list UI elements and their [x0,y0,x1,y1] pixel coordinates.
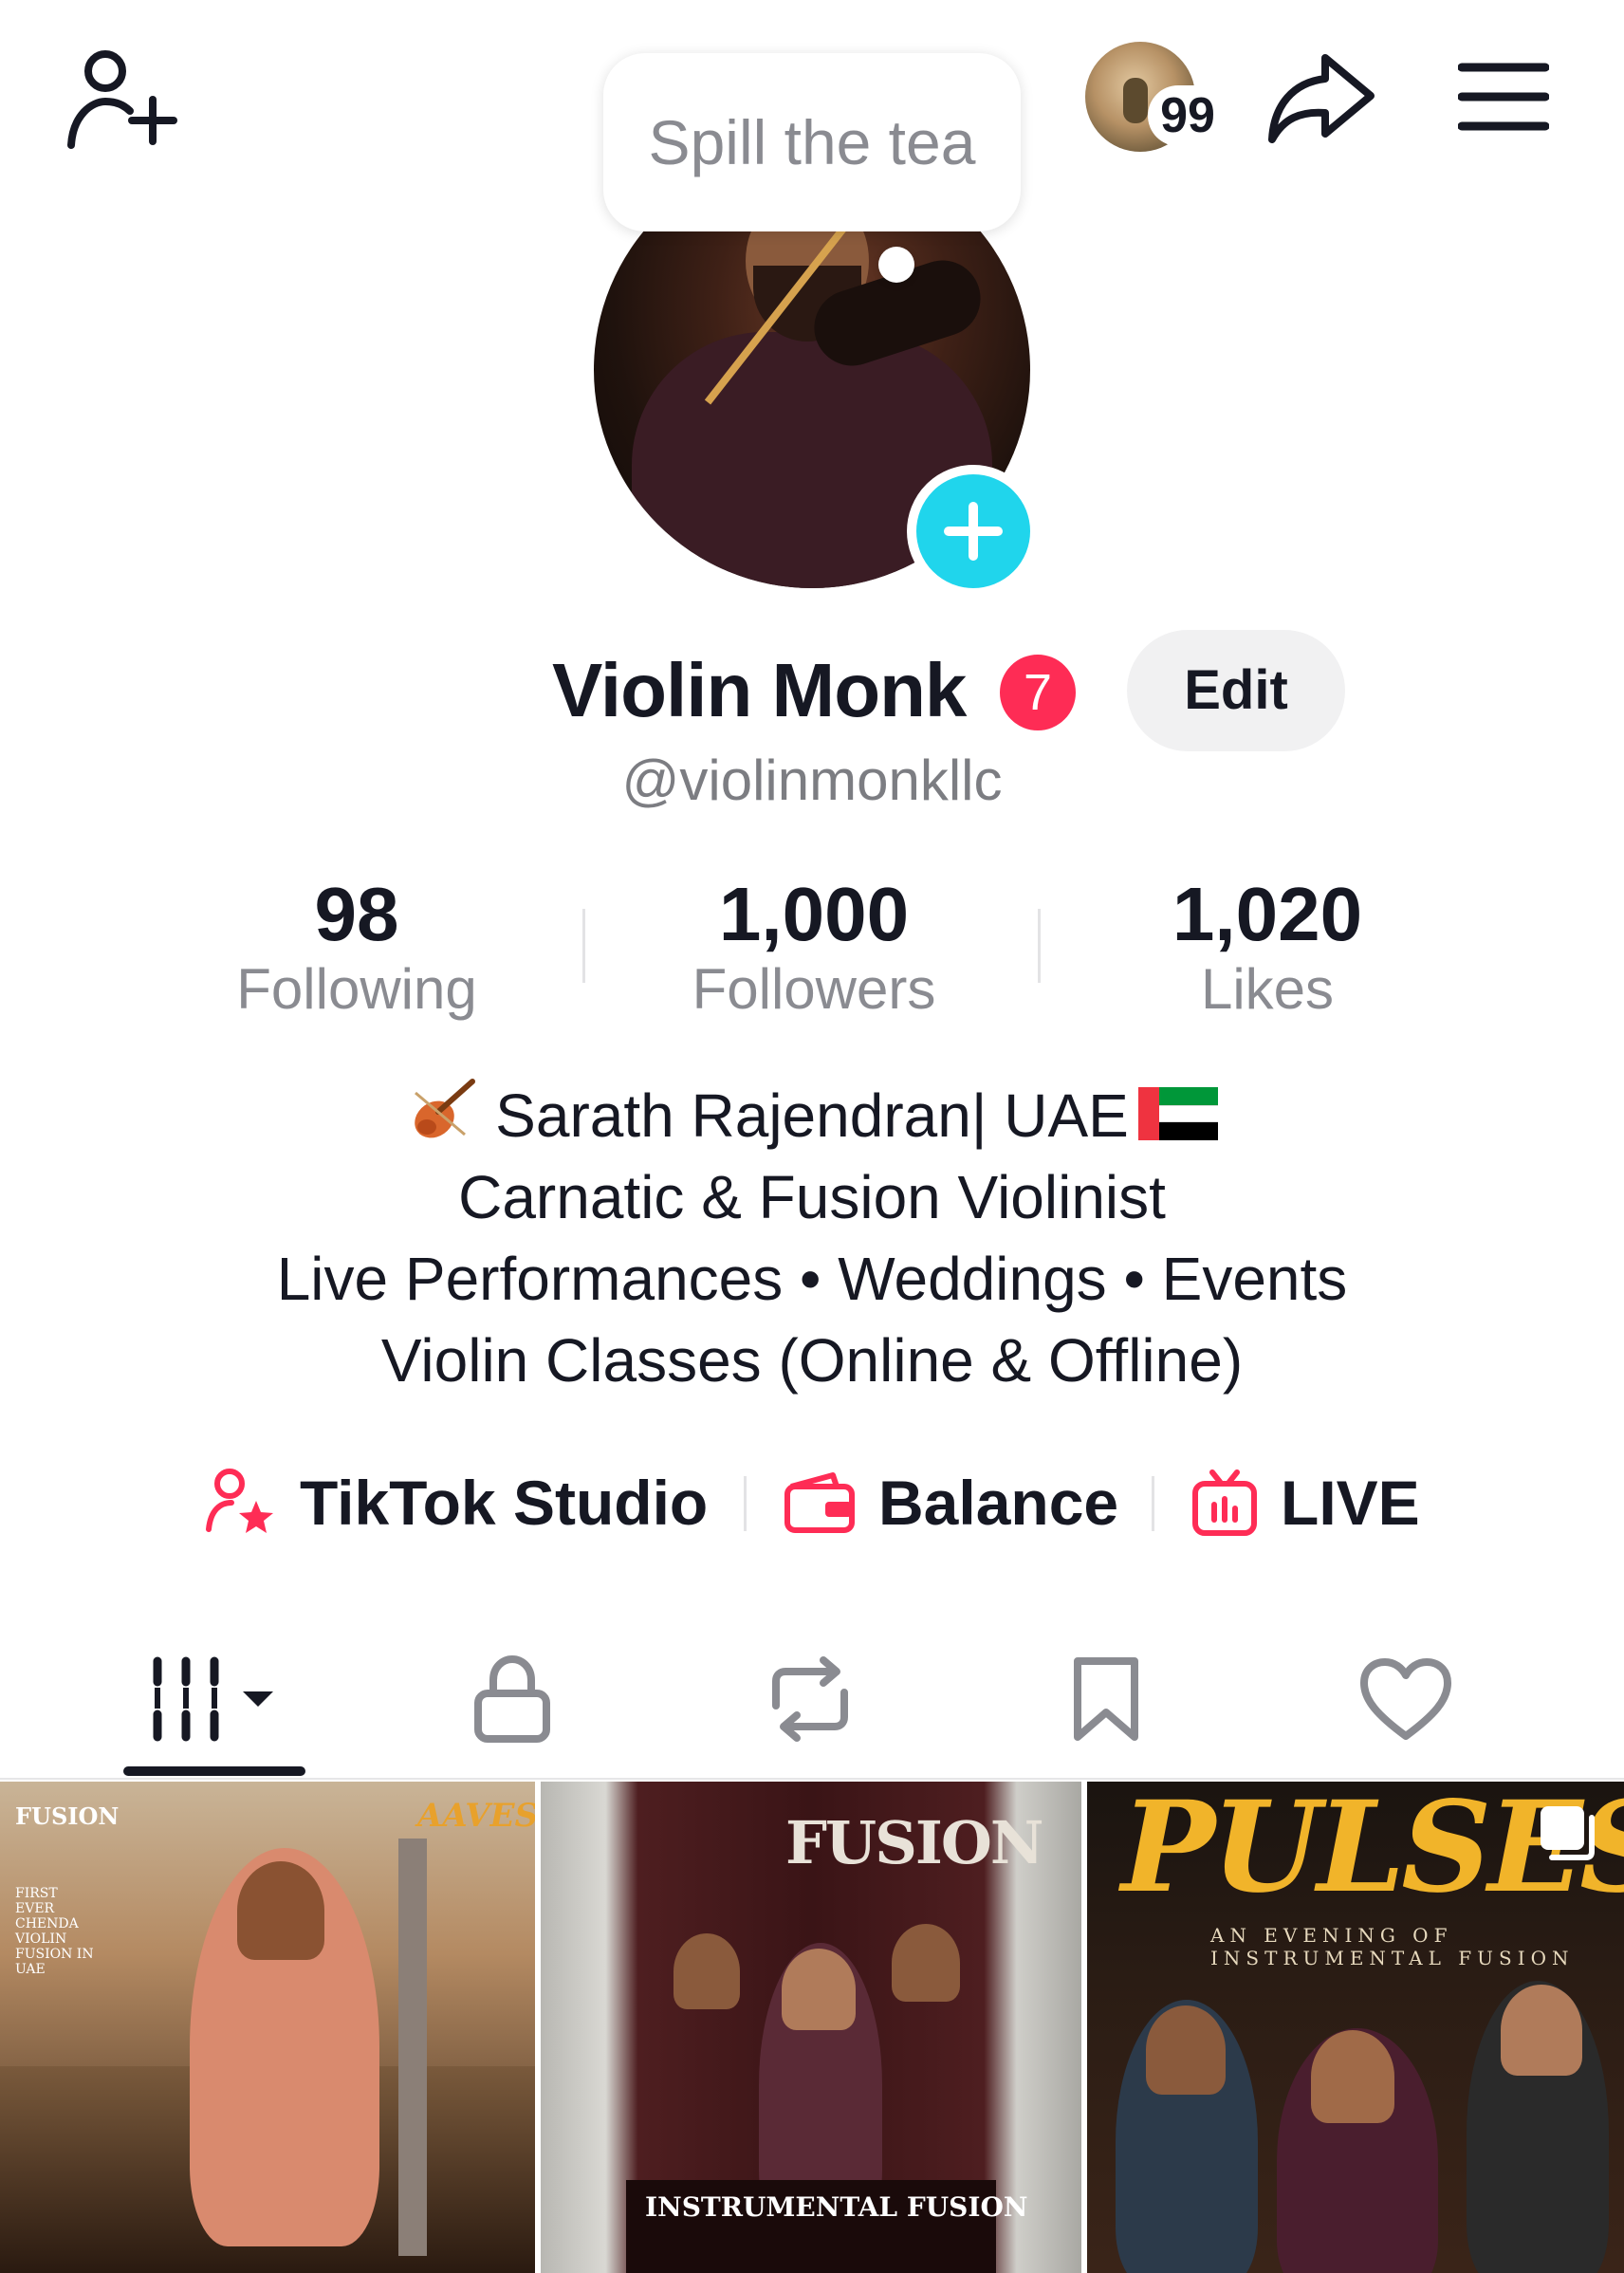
edit-profile-button[interactable]: Edit [1127,630,1345,751]
status-note-bubble[interactable]: Spill the tea [603,53,1021,231]
link-divider [1152,1476,1154,1531]
video-grid: FUSION AAVESHAM FIRST EVER CHENDA VIOLIN… [0,1782,1624,2273]
uae-flag-icon [1137,1087,1218,1140]
add-friend-button[interactable] [61,42,184,156]
tab-liked[interactable] [1311,1628,1501,1770]
video-brand: FUSION [785,1808,1044,1877]
stat-divider [1038,909,1041,983]
share-button[interactable] [1262,38,1380,157]
add-person-icon [67,50,177,149]
bio-line-1: Sarath Rajendran| UAE [0,1074,1624,1156]
menu-button[interactable] [1451,49,1556,144]
profile-tabs [0,1628,1624,1780]
share-arrow-icon [1267,53,1375,143]
video-subtitle: AN EVENING OF INSTRUMENTAL FUSION [1210,1924,1575,1969]
profile-name: Violin Monk [552,648,967,732]
tab-reposts[interactable] [715,1628,905,1770]
tiktok-studio-link[interactable]: TikTok Studio [205,1455,708,1550]
multi-photo-icon [1541,1806,1595,1860]
video-thumbnail[interactable]: FUSION INSTRUMENTAL FUSION [541,1782,1081,2273]
bio-line-4: Violin Classes (Online & Offline) [380,1326,1244,1395]
plus-icon [944,502,1003,561]
link-divider [744,1476,747,1531]
balance-label: Balance [878,1468,1119,1538]
following-count: 98 [314,872,399,956]
status-note-text: Spill the tea [648,107,976,177]
notification-avatar-button[interactable]: 99 [1085,42,1227,156]
add-avatar-button[interactable] [907,465,1040,598]
tab-private[interactable] [417,1628,607,1770]
stat-following[interactable]: 98 Following [205,873,508,1023]
tab-videos[interactable] [120,1628,309,1770]
likes-count: 1,020 [1172,872,1363,956]
bio-line-3: Live Performances • Weddings • Events [276,1245,1348,1313]
hamburger-menu-icon [1458,63,1549,131]
tab-favorites[interactable] [1011,1628,1201,1770]
stat-followers[interactable]: 1,000 Followers [662,873,966,1023]
name-badge[interactable]: 7 [994,649,1081,736]
bio-line-2: Carnatic & Fusion Violinist [458,1163,1166,1231]
profile-stats: 98 Following 1,000 Followers 1,020 Likes [0,873,1624,1025]
followers-label: Followers [692,957,936,1021]
name-row: Violin Monk 7 Edit [0,630,1624,751]
likes-label: Likes [1200,957,1335,1021]
notification-count-badge: 99 [1148,85,1227,146]
lock-icon [474,1654,550,1743]
violin-emoji-icon [415,1079,476,1138]
creator-star-icon [206,1469,273,1533]
video-side-text: FIRST EVER CHENDA VIOLIN FUSION IN UAE [15,1886,94,1977]
live-label: LIVE [1281,1468,1420,1538]
video-brand: FUSION [15,1802,120,1830]
live-tv-icon [1192,1469,1257,1536]
video-thumbnail[interactable]: FUSION AAVESHAM FIRST EVER CHENDA VIOLIN… [0,1782,535,2273]
videos-grid-icon [153,1656,273,1742]
tiktok-studio-label: TikTok Studio [300,1468,709,1538]
video-footer: INSTRUMENTAL FUSION [645,2191,1028,2223]
wallet-icon [784,1472,855,1533]
selected-tab-indicator [123,1766,305,1776]
bubble-tail-dot [878,247,914,283]
video-team: AAVESHAM [417,1797,535,1835]
following-label: Following [236,957,477,1021]
stat-divider [582,909,585,983]
profile-bio[interactable]: Sarath Rajendran| UAE Carnatic & Fusion … [0,1074,1624,1401]
profile-handle: @violinmonkllc [621,748,1003,812]
bio-name-text: Sarath Rajendran| UAE [495,1081,1129,1150]
stat-likes[interactable]: 1,020 Likes [1116,873,1419,1023]
bookmark-icon [1074,1657,1138,1741]
followers-count: 1,000 [718,872,910,956]
repost-icon [772,1656,848,1742]
heart-icon [1360,1658,1451,1740]
quick-links: TikTok Studio Balance LIVE [0,1455,1624,1550]
live-link[interactable]: LIVE [1191,1455,1420,1550]
balance-link[interactable]: Balance [784,1455,1118,1550]
